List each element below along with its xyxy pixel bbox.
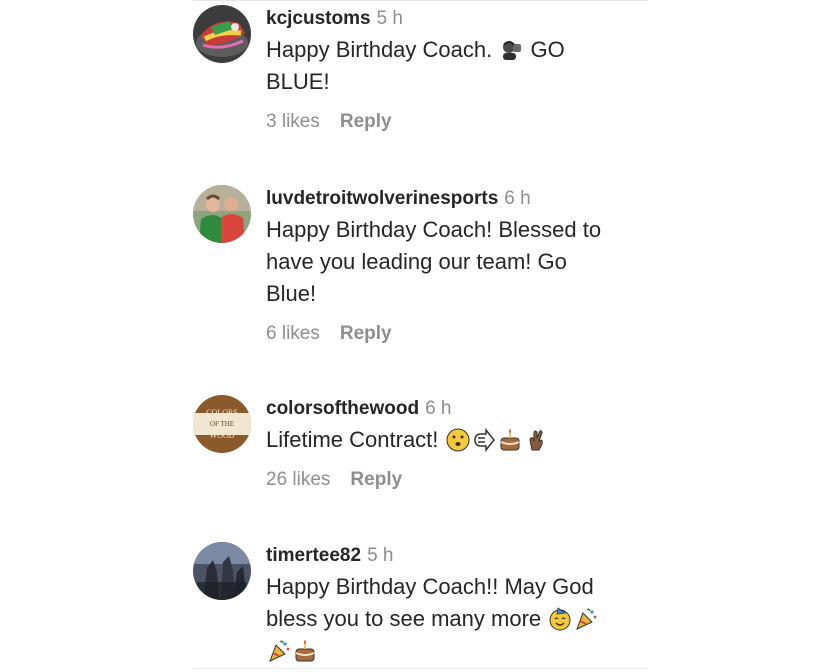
comment-username[interactable]: timertee82 (266, 545, 361, 566)
avatar-text: COLORS (206, 408, 238, 417)
avatar-text: OF THE (210, 420, 234, 428)
comment-text: Happy Birthday Coach!! May God bless you… (266, 571, 646, 667)
avatar[interactable] (193, 185, 251, 243)
right-arrow-emoji-icon (472, 428, 496, 452)
divider (193, 0, 648, 1)
cake-emoji-icon (498, 428, 522, 452)
party-popper-emoji-icon (267, 639, 291, 663)
comment-timestamp[interactable]: 6 h (504, 188, 530, 209)
likes-count[interactable]: 3 likes (266, 111, 320, 132)
party-face-emoji-icon (548, 607, 572, 631)
comment-username[interactable]: colorsofthewood (266, 398, 419, 419)
party-popper-emoji-icon (574, 607, 598, 631)
comments-panel: kcjcustoms 5 h Happy Birthday Coach. GO B… (0, 0, 840, 672)
comment-username[interactable]: kcjcustoms (266, 8, 371, 29)
cake-emoji-icon (293, 639, 317, 663)
divider (193, 668, 648, 669)
comment-text: Happy Birthday Coach! Blessed to have yo… (266, 217, 602, 306)
reply-button[interactable]: Reply (340, 111, 392, 132)
crossed-fingers-emoji-icon (524, 428, 548, 452)
comment-timestamp[interactable]: 5 h (367, 545, 393, 566)
comment-username[interactable]: luvdetroitwolverinesports (266, 188, 498, 209)
reply-button[interactable]: Reply (350, 469, 402, 490)
comment-timestamp[interactable]: 5 h (377, 8, 403, 29)
avatar-text: WOOD (210, 431, 235, 440)
likes-count[interactable]: 26 likes (266, 469, 330, 490)
avatar[interactable] (193, 5, 251, 63)
comment-timestamp[interactable]: 6 h (425, 398, 451, 419)
comment-text: Happy Birthday Coach. GO BLUE! (266, 37, 565, 94)
comment-text: Lifetime Contract! (266, 424, 646, 456)
coach-emoji-icon (499, 38, 523, 62)
likes-count[interactable]: 6 likes (266, 323, 320, 344)
hushed-face-emoji-icon (446, 428, 470, 452)
avatar[interactable]: COLORS OF THE WOOD (193, 395, 251, 453)
avatar[interactable] (193, 542, 251, 600)
reply-button[interactable]: Reply (340, 323, 392, 344)
